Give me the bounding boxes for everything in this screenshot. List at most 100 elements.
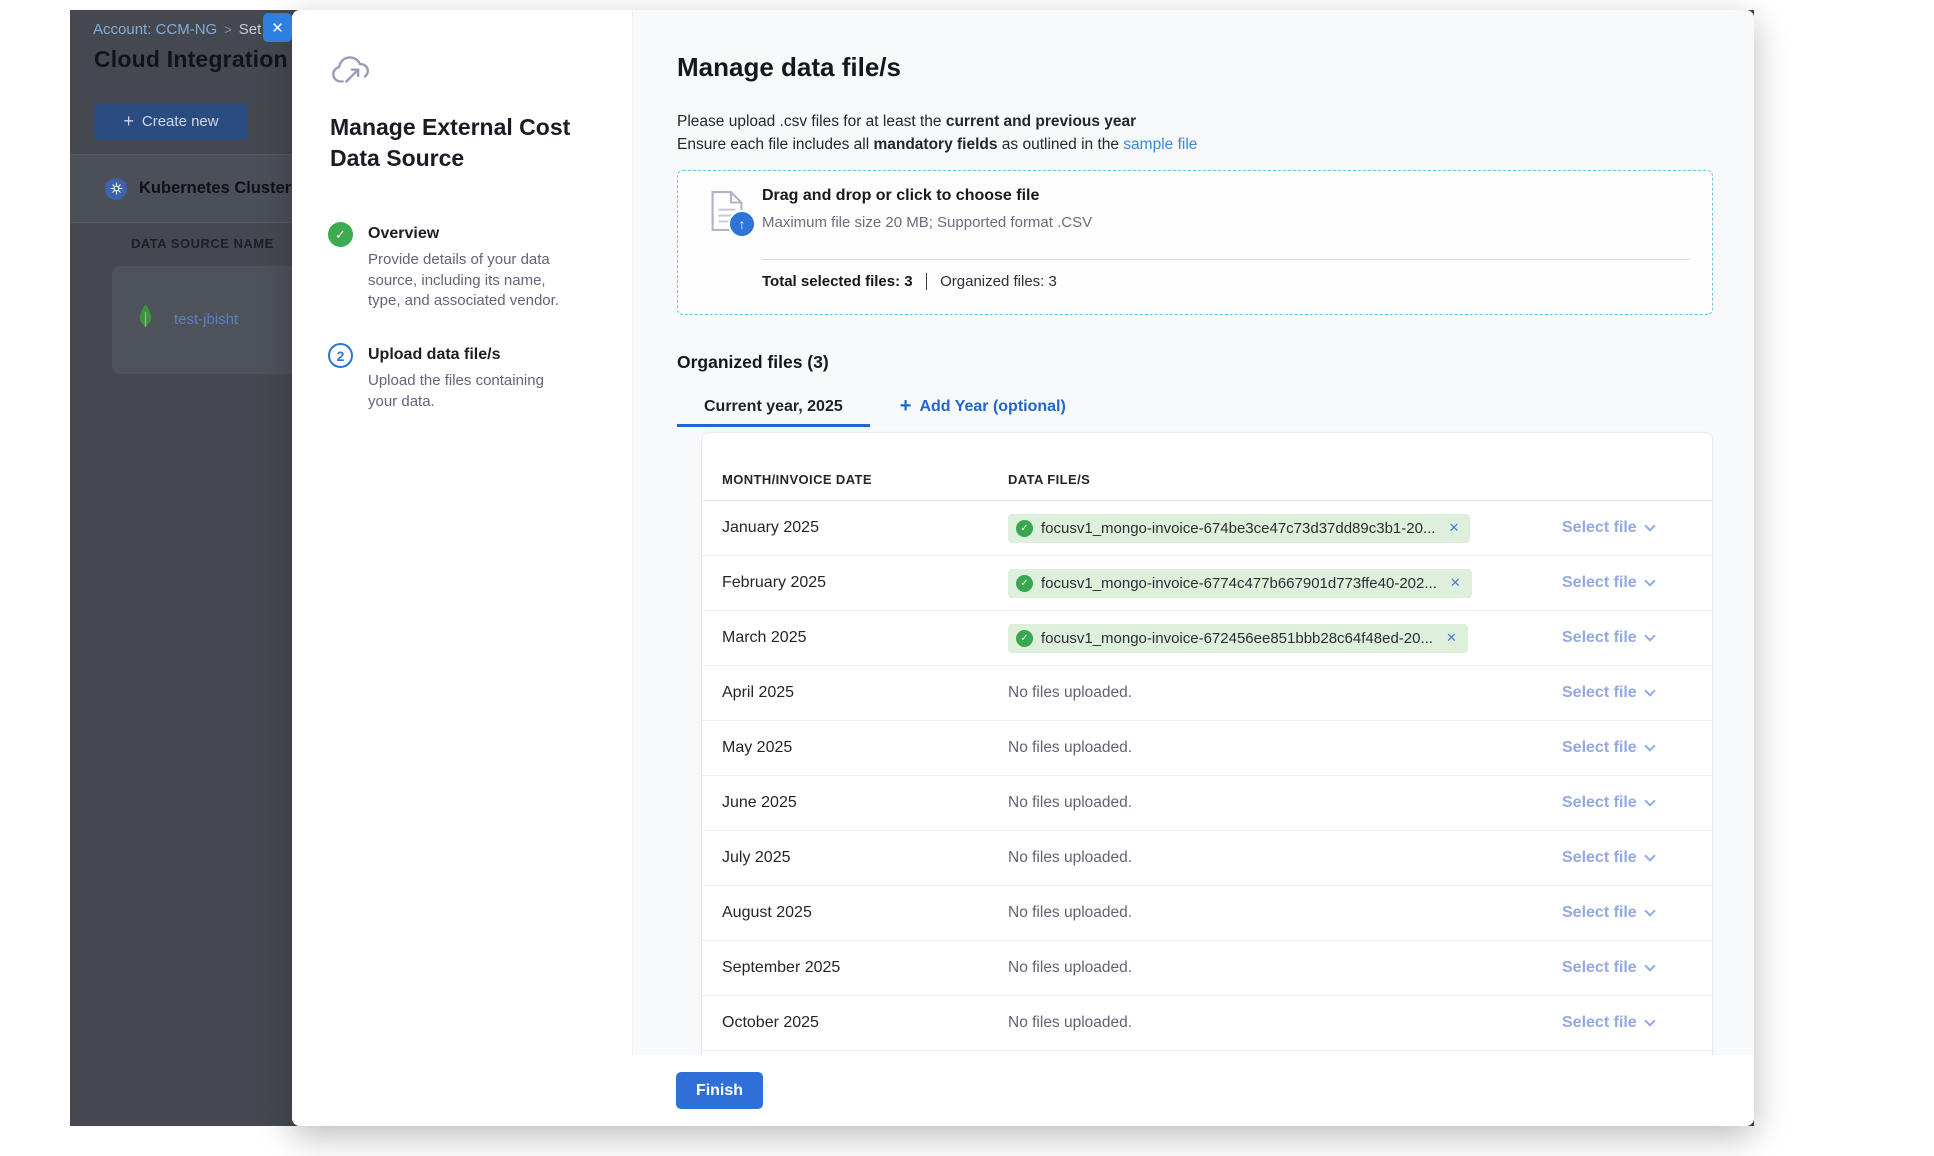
breadcrumb-separator: > [224,22,232,37]
chevron-down-icon [1644,520,1655,531]
step-overview-description: Provide details of your data source, inc… [368,250,573,312]
step-upload-description: Upload the files containing your data. [368,371,573,412]
upload-content-panel: Manage data file/s Please upload .csv fi… [632,10,1754,1055]
select-file-dropdown[interactable]: Select file [1562,904,1654,922]
column-data-files: DATA FILE/S [1008,472,1090,487]
select-file-dropdown[interactable]: Select file [1562,794,1654,812]
table-row: August 2025 No files uploaded. Select fi… [702,886,1712,941]
select-file-label: Select file [1562,959,1637,977]
file-chip: ✓ focusv1_mongo-invoice-6774c477b667901d… [1008,569,1472,598]
create-new-label: Create new [142,113,219,130]
no-files-text: No files uploaded. [1008,684,1132,702]
upload-arrow-icon: ↑ [728,210,756,238]
file-chip: ✓ focusv1_mongo-invoice-674be3ce47c73d37… [1008,514,1470,543]
chevron-down-icon [1644,1015,1655,1026]
total-selected-files: Total selected files: 3 [762,273,913,290]
dropzone-title: Drag and drop or click to choose file [762,187,1039,205]
row-month: January 2025 [702,519,1008,537]
no-files-text: No files uploaded. [1008,904,1132,922]
sample-file-link[interactable]: sample file [1123,136,1197,153]
step-overview-label: Overview [368,222,573,243]
manage-external-cost-modal: Manage External Cost Data Source ✓ Overv… [292,10,1754,1126]
close-icon: ✕ [271,19,284,37]
row-month: June 2025 [702,794,1008,812]
no-files-text: No files uploaded. [1008,1014,1132,1032]
wizard-step-overview[interactable]: ✓ Overview Provide details of your data … [328,222,604,312]
no-files-text: No files uploaded. [1008,794,1132,812]
chevron-down-icon [1644,575,1655,586]
select-file-label: Select file [1562,794,1637,812]
no-files-text: No files uploaded. [1008,739,1132,757]
step-upload-label: Upload data file/s [368,343,573,364]
wizard-title: Manage External Cost Data Source [330,112,590,174]
remove-file-icon[interactable]: ✕ [1450,575,1461,591]
organized-files-heading: Organized files (3) [677,352,829,373]
select-file-dropdown[interactable]: Select file [1562,574,1654,592]
breadcrumb-section[interactable]: Set [239,21,262,38]
select-file-label: Select file [1562,849,1637,867]
organized-files-count: Organized files: 3 [940,273,1057,290]
create-new-button[interactable]: + Create new [94,103,248,140]
counts-divider [926,273,928,290]
table-row: May 2025 No files uploaded. Select file [702,721,1712,776]
page-title: Cloud Integration [94,46,288,73]
table-row: June 2025 No files uploaded. Select file [702,776,1712,831]
select-file-label: Select file [1562,1014,1637,1032]
breadcrumb-account-link[interactable]: Account: CCM-NG [93,21,217,38]
row-month: March 2025 [702,629,1008,647]
table-header-row: MONTH/INVOICE DATE DATA FILE/S [702,433,1712,501]
row-month: September 2025 [702,959,1008,977]
select-file-label: Select file [1562,739,1637,757]
modal-close-button[interactable]: ✕ [263,13,292,42]
select-file-dropdown[interactable]: Select file [1562,739,1654,757]
check-circle-icon: ✓ [1016,575,1033,592]
select-file-label: Select file [1562,574,1637,592]
chevron-down-icon [1644,685,1655,696]
modal-footer: Finish [632,1055,1754,1126]
chevron-down-icon [1644,630,1655,641]
remove-file-icon[interactable]: ✕ [1446,630,1457,646]
table-row: October 2025 No files uploaded. Select f… [702,996,1712,1051]
remove-file-icon[interactable]: ✕ [1448,520,1459,536]
file-dropzone[interactable]: ↑ Drag and drop or click to choose file … [677,170,1713,315]
select-file-label: Select file [1562,904,1637,922]
step-number-badge: 2 [328,343,353,368]
step-complete-check-icon: ✓ [328,222,353,247]
chevron-down-icon [1644,795,1655,806]
column-month-invoice-date: MONTH/INVOICE DATE [722,472,872,487]
plus-icon: + [900,396,912,416]
chevron-down-icon [1644,960,1655,971]
select-file-dropdown[interactable]: Select file [1562,959,1654,977]
table-row: January 2025 ✓ focusv1_mongo-invoice-674… [702,501,1712,556]
monthly-files-card: MONTH/INVOICE DATE DATA FILE/S January 2… [701,432,1713,1055]
select-file-dropdown[interactable]: Select file [1562,849,1654,867]
row-month: April 2025 [702,684,1008,702]
table-row: September 2025 No files uploaded. Select… [702,941,1712,996]
table-row: July 2025 No files uploaded. Select file [702,831,1712,886]
finish-button[interactable]: Finish [676,1072,763,1109]
cloud-upload-icon [330,56,370,92]
kubernetes-icon [105,178,127,200]
wizard-step-upload[interactable]: 2 Upload data file/s Upload the files co… [328,343,604,412]
file-name: focusv1_mongo-invoice-672456ee851bbb28c6… [1041,630,1433,647]
tab-kubernetes-label: Kubernetes Clusters [139,179,300,198]
select-file-dropdown[interactable]: Select file [1562,519,1654,537]
check-circle-icon: ✓ [1016,630,1033,647]
year-tabs: Current year, 2025 + Add Year (optional) [677,389,1066,427]
chevron-down-icon [1644,740,1655,751]
content-title: Manage data file/s [677,52,901,83]
select-file-dropdown[interactable]: Select file [1562,1014,1654,1032]
chevron-down-icon [1644,905,1655,916]
row-month: February 2025 [702,574,1008,592]
dropzone-subtitle: Maximum file size 20 MB; Supported forma… [762,214,1092,231]
select-file-dropdown[interactable]: Select file [1562,629,1654,647]
select-file-dropdown[interactable]: Select file [1562,684,1654,702]
table-row: April 2025 No files uploaded. Select fil… [702,666,1712,721]
dropzone-divider [762,259,1690,260]
data-source-name-link[interactable]: test-jbisht [174,311,238,328]
check-circle-icon: ✓ [1016,520,1033,537]
add-year-button[interactable]: + Add Year (optional) [900,389,1066,427]
upload-instruction-2: Ensure each file includes all mandatory … [677,136,1197,154]
tab-current-year[interactable]: Current year, 2025 [677,389,870,427]
row-month: July 2025 [702,849,1008,867]
